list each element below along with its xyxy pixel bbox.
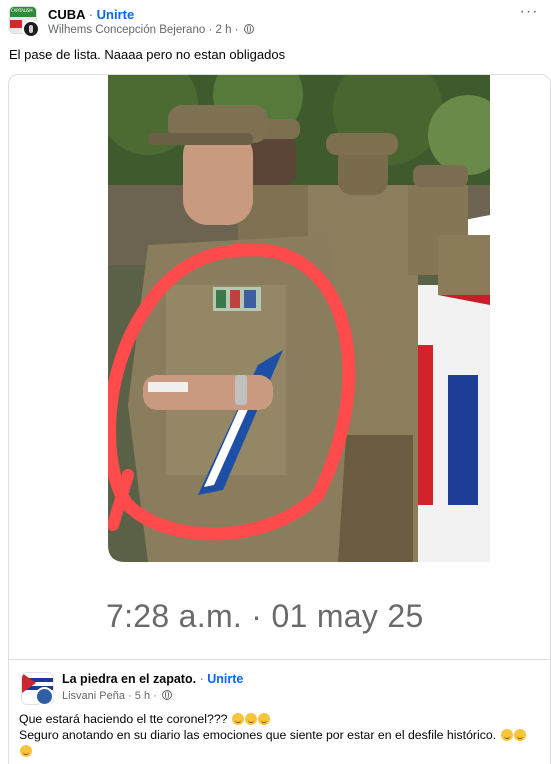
thinking-face-icon bbox=[244, 713, 257, 725]
shared-post: La piedra en el zapato. · Unirte Lisvani… bbox=[8, 660, 551, 764]
author-name-link[interactable]: Wilhems Concepción Bejerano bbox=[48, 24, 205, 36]
smirking-face-icon bbox=[20, 745, 32, 757]
shared-text-line2: Seguro anotando en su diario las emocion… bbox=[19, 728, 497, 742]
more-options-icon[interactable]: ··· bbox=[517, 4, 541, 24]
separator: · bbox=[234, 24, 239, 36]
post-meta: Wilhems Concepción Bejerano · 2 h · bbox=[48, 24, 254, 36]
post-photo[interactable] bbox=[108, 75, 490, 562]
shared-author-avatar[interactable] bbox=[35, 687, 54, 706]
shared-group-title-line: La piedra en el zapato. · Unirte bbox=[62, 672, 243, 686]
group-name-link[interactable]: CUBA bbox=[48, 7, 85, 22]
smirking-face-icon bbox=[513, 729, 526, 741]
author-avatar[interactable] bbox=[22, 20, 40, 38]
separator: · bbox=[199, 672, 204, 686]
shared-text-line1: Que estará haciendo el tte coronel??? bbox=[19, 712, 228, 726]
group-title-line: CUBA · Unirte bbox=[48, 7, 134, 22]
thinking-face-icon bbox=[231, 713, 244, 725]
shared-post-meta: Lisvani Peña · 5 h · bbox=[62, 690, 172, 702]
post-time-link[interactable]: 2 h bbox=[216, 24, 232, 36]
globe-icon bbox=[243, 24, 254, 34]
photo-timestamp-text: 7:28 a.m. · 01 may 25 bbox=[106, 598, 424, 634]
separator: · bbox=[208, 24, 213, 36]
shared-join-group-link[interactable]: Unirte bbox=[207, 672, 243, 686]
smirking-face-icon bbox=[500, 729, 513, 741]
shared-group-name-link[interactable]: La piedra en el zapato. bbox=[62, 672, 196, 686]
post-media-card[interactable]: 7:28 a.m. · 01 may 25 bbox=[8, 74, 551, 660]
shared-post-time-link[interactable]: 5 h bbox=[135, 690, 150, 702]
post-text: El pase de lista. Naaaa pero no estan ob… bbox=[9, 47, 286, 62]
shared-post-text: Que estará haciendo el tte coronel??? Se… bbox=[19, 711, 547, 759]
post-header: CAPITALISM CUBA · Unirte Wilhems Concepc… bbox=[0, 0, 551, 42]
join-group-link[interactable]: Unirte bbox=[97, 7, 135, 22]
group-avatar-text: CAPITALISM bbox=[11, 8, 33, 13]
shared-author-name-link[interactable]: Lisvani Peña bbox=[62, 690, 125, 702]
globe-icon bbox=[161, 690, 172, 700]
thinking-face-icon bbox=[257, 713, 270, 725]
separator: · bbox=[153, 690, 157, 702]
separator: · bbox=[128, 690, 132, 702]
separator: · bbox=[88, 7, 94, 22]
photo-illustration bbox=[108, 75, 490, 562]
